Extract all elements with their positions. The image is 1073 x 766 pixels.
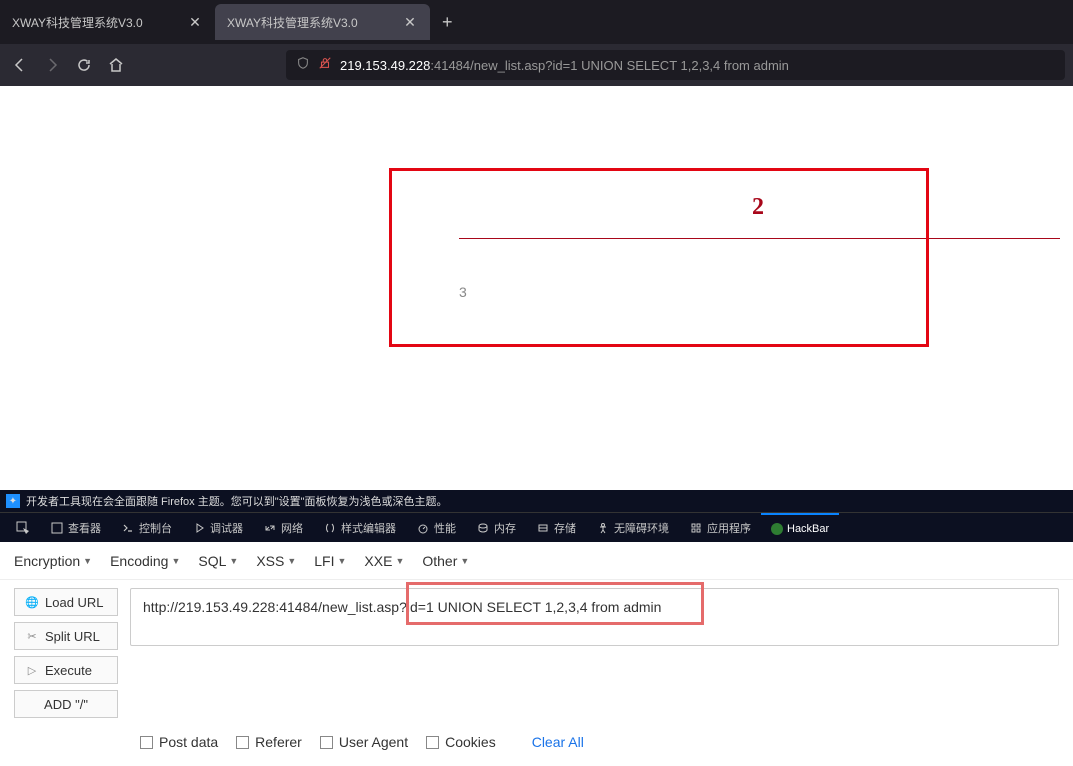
hackbar-url-input[interactable]: http://219.153.49.228:41484/new_list.asp… bbox=[130, 588, 1059, 646]
devtools-tab-console[interactable]: 控制台 bbox=[111, 513, 182, 542]
page-content: 2 3 bbox=[0, 86, 1073, 490]
devtools-tab-application[interactable]: 应用程序 bbox=[679, 513, 761, 542]
browser-url-bar: 219.153.49.228:41484/new_list.asp?id=1 U… bbox=[0, 44, 1073, 86]
chevron-down-icon: ▼ bbox=[171, 556, 180, 566]
devtools-tab-debugger[interactable]: 调试器 bbox=[182, 513, 253, 542]
hackbar-button-group: 🌐 Load URL ✂ Split URL ▷ Execute ADD "/" bbox=[14, 588, 118, 718]
annotation-box bbox=[389, 168, 929, 347]
split-url-button[interactable]: ✂ Split URL bbox=[14, 622, 118, 650]
play-icon: ▷ bbox=[25, 663, 39, 677]
devtools-tab-storage[interactable]: 存储 bbox=[526, 513, 586, 542]
debugger-icon bbox=[192, 521, 206, 535]
hackbar-options: Post data Referer User Agent Cookies Cle… bbox=[0, 726, 1073, 758]
chevron-down-icon: ▼ bbox=[338, 556, 347, 566]
network-icon bbox=[263, 521, 277, 535]
close-icon[interactable]: ✕ bbox=[402, 14, 418, 30]
hackbar-xss-dropdown[interactable]: XSS ▼ bbox=[256, 553, 296, 569]
globe-icon: 🌐 bbox=[25, 595, 39, 609]
tab-label: XWAY科技管理系统V3.0 bbox=[227, 14, 358, 31]
devtools-info-bar: ✦ 开发者工具现在会全面跟随 Firefox 主题。您可以到"设置"面板恢复为浅… bbox=[0, 490, 1073, 512]
chevron-down-icon: ▼ bbox=[460, 556, 469, 566]
referer-checkbox[interactable]: Referer bbox=[236, 734, 302, 750]
lock-icon bbox=[318, 56, 332, 75]
devtools-tab-bar: 查看器 控制台 调试器 网络 样式编辑器 性能 内存 存储 无障碍环境 应用程序… bbox=[0, 512, 1073, 542]
devtools-tab-inspector[interactable]: 查看器 bbox=[40, 513, 111, 542]
chevron-down-icon: ▼ bbox=[395, 556, 404, 566]
new-tab-button[interactable]: + bbox=[430, 12, 465, 33]
devtools-info-text: 开发者工具现在会全面跟随 Firefox 主题。您可以到"设置"面板恢复为浅色或… bbox=[26, 493, 448, 509]
info-icon: ✦ bbox=[6, 494, 20, 508]
devtools-tab-network[interactable]: 网络 bbox=[253, 513, 313, 542]
performance-icon bbox=[416, 521, 430, 535]
storage-icon bbox=[536, 521, 550, 535]
style-icon bbox=[323, 521, 337, 535]
picker-icon bbox=[16, 521, 30, 535]
devtools-tab-memory[interactable]: 内存 bbox=[466, 513, 526, 542]
browser-tab-bar: XWAY科技管理系统V3.0 ✕ XWAY科技管理系统V3.0 ✕ + bbox=[0, 0, 1073, 44]
hackbar-other-dropdown[interactable]: Other ▼ bbox=[422, 553, 469, 569]
user-agent-checkbox[interactable]: User Agent bbox=[320, 734, 408, 750]
back-button[interactable] bbox=[8, 53, 32, 77]
add-slash-button[interactable]: ADD "/" bbox=[14, 690, 118, 718]
hackbar-sql-dropdown[interactable]: SQL ▼ bbox=[198, 553, 238, 569]
cookies-checkbox[interactable]: Cookies bbox=[426, 734, 496, 750]
scissors-icon: ✂ bbox=[25, 629, 39, 643]
hackbar-encoding-dropdown[interactable]: Encoding ▼ bbox=[110, 553, 180, 569]
browser-tab-active[interactable]: XWAY科技管理系统V3.0 ✕ bbox=[215, 4, 430, 40]
chevron-down-icon: ▼ bbox=[287, 556, 296, 566]
hackbar-main: 🌐 Load URL ✂ Split URL ▷ Execute ADD "/"… bbox=[0, 580, 1073, 726]
hackbar-encryption-dropdown[interactable]: Encryption ▼ bbox=[14, 553, 92, 569]
post-data-checkbox[interactable]: Post data bbox=[140, 734, 218, 750]
chevron-down-icon: ▼ bbox=[229, 556, 238, 566]
reload-button[interactable] bbox=[72, 53, 96, 77]
home-button[interactable] bbox=[104, 53, 128, 77]
close-icon[interactable]: ✕ bbox=[187, 14, 203, 30]
devtools-tab-hackbar[interactable]: HackBar bbox=[761, 513, 839, 542]
url-text: 219.153.49.228:41484/new_list.asp?id=1 U… bbox=[340, 58, 789, 73]
hackbar-lfi-dropdown[interactable]: LFI ▼ bbox=[314, 553, 346, 569]
hackbar-toolbar: Encryption ▼ Encoding ▼ SQL ▼ XSS ▼ LFI … bbox=[0, 542, 1073, 580]
hackbar-input-area: http://219.153.49.228:41484/new_list.asp… bbox=[130, 588, 1059, 718]
accessibility-icon bbox=[596, 521, 610, 535]
devtools-element-picker[interactable] bbox=[6, 513, 40, 542]
chevron-down-icon: ▼ bbox=[83, 556, 92, 566]
shield-icon bbox=[296, 56, 310, 75]
execute-button[interactable]: ▷ Execute bbox=[14, 656, 118, 684]
url-input[interactable]: 219.153.49.228:41484/new_list.asp?id=1 U… bbox=[286, 50, 1065, 80]
clear-all-link[interactable]: Clear All bbox=[532, 734, 584, 750]
inspector-icon bbox=[50, 521, 64, 535]
forward-button[interactable] bbox=[40, 53, 64, 77]
console-icon bbox=[121, 521, 135, 535]
checkbox-icon bbox=[426, 736, 439, 749]
hackbar-icon bbox=[771, 523, 783, 535]
browser-tab-inactive[interactable]: XWAY科技管理系统V3.0 ✕ bbox=[0, 4, 215, 40]
application-icon bbox=[689, 521, 703, 535]
memory-icon bbox=[476, 521, 490, 535]
checkbox-icon bbox=[140, 736, 153, 749]
checkbox-icon bbox=[236, 736, 249, 749]
devtools-tab-performance[interactable]: 性能 bbox=[406, 513, 466, 542]
tab-label: XWAY科技管理系统V3.0 bbox=[12, 14, 143, 31]
devtools-tab-accessibility[interactable]: 无障碍环境 bbox=[586, 513, 679, 542]
devtools-tab-style[interactable]: 样式编辑器 bbox=[313, 513, 406, 542]
hackbar-xxe-dropdown[interactable]: XXE ▼ bbox=[364, 553, 404, 569]
checkbox-icon bbox=[320, 736, 333, 749]
load-url-button[interactable]: 🌐 Load URL bbox=[14, 588, 118, 616]
